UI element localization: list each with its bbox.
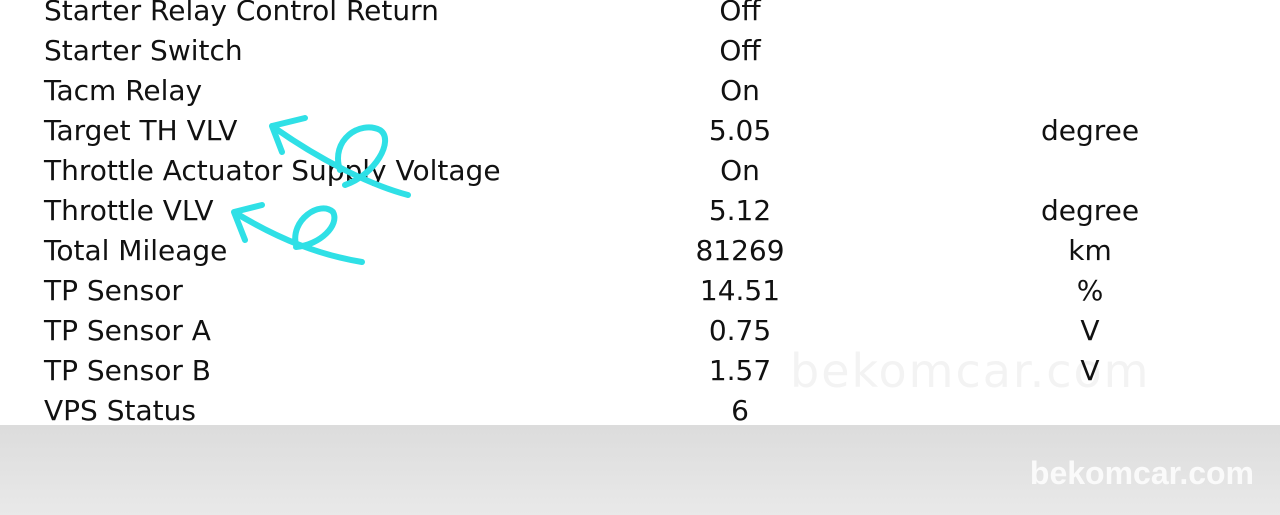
- list-item: Target TH VLV 5.05 degree: [0, 111, 1280, 151]
- param-name: Starter Relay Control Return: [44, 0, 439, 27]
- param-value: Off: [719, 34, 761, 67]
- param-value: On: [720, 74, 760, 107]
- brand-logo: bekomcar.com: [1029, 455, 1254, 491]
- param-value: 5.05: [708, 114, 772, 147]
- list-item: Tacm Relay On: [0, 71, 1280, 111]
- param-value: 1.57: [708, 354, 772, 387]
- param-value: 81269: [695, 234, 785, 267]
- param-unit: V: [1080, 314, 1100, 347]
- param-name: TP Sensor: [44, 274, 183, 307]
- list-item: Total Mileage 81269 km: [0, 231, 1280, 271]
- list-item: TP Sensor A 0.75 V: [0, 311, 1280, 351]
- list-item: Throttle Actuator Supply Voltage On: [0, 151, 1280, 191]
- param-name: TP Sensor B: [44, 354, 211, 387]
- list-item: Starter Switch Off: [0, 31, 1280, 71]
- param-value: 0.75: [708, 314, 772, 347]
- param-unit: %: [1076, 274, 1104, 307]
- list-item: TP Sensor 14.51%: [0, 271, 1280, 311]
- data-list: Starter Relay Control Return Off Starter …: [0, 0, 1280, 431]
- param-unit: degree: [1040, 114, 1140, 147]
- param-value: On: [720, 154, 760, 187]
- list-item: Throttle VLV 5.12 degree: [0, 191, 1280, 231]
- list-item: TP Sensor B 1.57 V: [0, 351, 1280, 391]
- param-name: Total Mileage: [44, 234, 228, 267]
- param-value: 14.51: [699, 274, 781, 307]
- param-name: Throttle Actuator Supply Voltage: [44, 154, 501, 187]
- param-name: Tacm Relay: [44, 74, 203, 107]
- param-unit: V: [1080, 354, 1100, 387]
- param-value: Off: [719, 0, 761, 27]
- param-name: TP Sensor A: [44, 314, 211, 347]
- list-item: Starter Relay Control Return Off: [0, 0, 1280, 31]
- param-value: 5.12: [708, 194, 772, 227]
- footer-bar: bekomcar.com: [0, 425, 1280, 515]
- param-name: Starter Switch: [44, 34, 243, 67]
- param-name: Throttle VLV: [44, 194, 214, 227]
- param-unit: km: [1068, 234, 1112, 267]
- param-unit: degree: [1040, 194, 1140, 227]
- param-name: Target TH VLV: [44, 114, 238, 147]
